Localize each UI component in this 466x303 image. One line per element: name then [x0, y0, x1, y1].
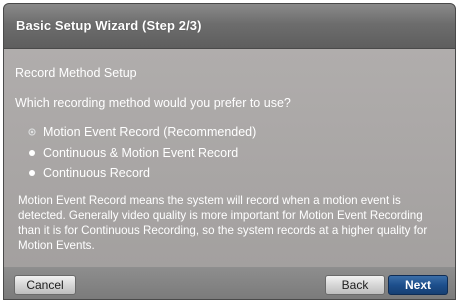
dialog-title: Basic Setup Wizard (Step 2/3) [16, 18, 202, 33]
method-description: Motion Event Record means the system wil… [18, 194, 428, 252]
section-heading: Record Method Setup [15, 66, 137, 80]
side-scrollbar [456, 3, 466, 300]
radio-label: Motion Event Record (Recommended) [43, 125, 257, 139]
question-text: Which recording method would you prefer … [15, 96, 291, 110]
dialog-body: Record Method Setup Which recording meth… [3, 49, 456, 267]
next-button[interactable]: Next [388, 275, 448, 295]
radio-selected-icon [28, 128, 36, 136]
radio-motion-event-record[interactable]: Motion Event Record (Recommended) [28, 124, 257, 140]
radio-continuous-record[interactable]: Continuous Record [29, 165, 150, 181]
radio-continuous-and-motion-record[interactable]: Continuous & Motion Event Record [29, 145, 238, 161]
dialog-footer: Cancel Back Next [3, 267, 456, 300]
radio-label: Continuous & Motion Event Record [43, 146, 239, 160]
radio-unselected-icon [29, 170, 35, 176]
dialog-title-bar: Basic Setup Wizard (Step 2/3) [3, 3, 456, 49]
back-button[interactable]: Back [325, 275, 385, 295]
setup-wizard-dialog: Basic Setup Wizard (Step 2/3) Record Met… [0, 0, 466, 303]
cancel-button[interactable]: Cancel [14, 275, 76, 295]
radio-label: Continuous Record [43, 166, 151, 180]
radio-unselected-icon [29, 150, 35, 156]
